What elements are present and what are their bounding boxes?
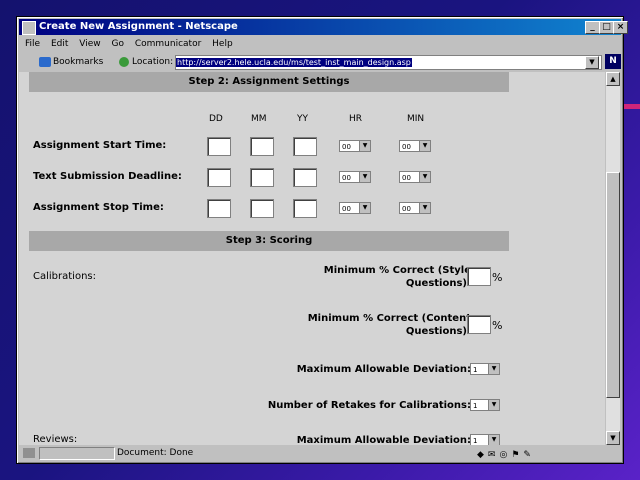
- deadline-min-select[interactable]: 00 ▼: [399, 171, 431, 183]
- netscape-window-icon: [22, 21, 36, 35]
- stop-hr-value: 00: [342, 205, 351, 213]
- scroll-thumb[interactable]: [606, 172, 620, 398]
- min-content-label: Minimum % Correct (Content Questions):: [308, 312, 471, 338]
- start-dd-input[interactable]: [207, 137, 231, 156]
- stop-mm-input[interactable]: [250, 199, 274, 218]
- min-content-input[interactable]: [467, 315, 491, 334]
- chevron-down-icon: ▼: [359, 203, 370, 213]
- chevron-down-icon: ▼: [419, 203, 430, 213]
- minimize-button[interactable]: _: [585, 21, 600, 34]
- min-style-input[interactable]: [467, 267, 491, 286]
- menu-edit[interactable]: Edit: [51, 39, 68, 49]
- vertical-scrollbar[interactable]: ▲ ▼: [606, 72, 620, 445]
- step3-header: Step 3: Scoring: [29, 231, 509, 251]
- bookmarks-icon[interactable]: [39, 57, 51, 67]
- start-hr-select[interactable]: 00 ▼: [339, 140, 371, 152]
- page-content: Step 2: Assignment Settings DD MM YY HR …: [19, 72, 605, 445]
- stop-yy-input[interactable]: [293, 199, 317, 218]
- chevron-down-icon: ▼: [488, 435, 499, 445]
- scroll-down-icon[interactable]: ▼: [606, 431, 620, 445]
- menu-view[interactable]: View: [79, 39, 100, 49]
- start-min-select[interactable]: 00 ▼: [399, 140, 431, 152]
- col-dd: DD: [209, 114, 223, 124]
- url-text: http://server2.hele.ucla.edu/ms/test_ins…: [176, 58, 412, 67]
- max-deviation-label: Maximum Allowable Deviation:: [296, 364, 471, 375]
- min-style-percent: %: [492, 271, 503, 284]
- start-min-value: 00: [402, 143, 411, 151]
- stop-time-label: Assignment Stop Time:: [33, 202, 164, 213]
- reviews-max-deviation-value: 1: [473, 437, 478, 445]
- status-text: Document: Done: [117, 448, 194, 458]
- retakes-value: 1: [473, 402, 478, 410]
- max-deviation-value: 1: [473, 366, 478, 374]
- deadline-min-value: 00: [402, 174, 411, 182]
- close-button[interactable]: ×: [613, 21, 628, 34]
- reviews-max-deviation-select[interactable]: 1 ▼: [470, 434, 500, 445]
- col-hr: HR: [349, 114, 363, 124]
- deadline-dd-input[interactable]: [207, 168, 231, 187]
- scroll-up-icon[interactable]: ▲: [606, 72, 620, 86]
- location-toolbar: Bookmarks Location: http://server2.hele.…: [19, 53, 621, 71]
- stop-min-value: 00: [402, 205, 411, 213]
- location-label: Location:: [132, 57, 174, 67]
- chevron-down-icon: ▼: [359, 172, 370, 182]
- start-hr-value: 00: [342, 143, 351, 151]
- max-deviation-select[interactable]: 1 ▼: [470, 363, 500, 375]
- url-dropdown-icon[interactable]: ▼: [585, 56, 599, 69]
- netscape-logo: N: [605, 54, 621, 69]
- step2-header: Step 2: Assignment Settings: [29, 72, 509, 92]
- reviews-max-deviation-label: Maximum Allowable Deviation:: [296, 435, 471, 445]
- start-time-label: Assignment Start Time:: [33, 140, 167, 151]
- stop-min-select[interactable]: 00 ▼: [399, 202, 431, 214]
- chevron-down-icon: ▼: [419, 172, 430, 182]
- min-style-label-line1: Minimum % Correct (Style: [323, 265, 471, 276]
- deadline-yy-input[interactable]: [293, 168, 317, 187]
- min-style-label: Minimum % Correct (Style Questions):: [324, 264, 471, 290]
- col-yy: YY: [297, 114, 308, 124]
- deadline-hr-value: 00: [342, 174, 351, 182]
- min-content-percent: %: [492, 319, 503, 332]
- chevron-down-icon: ▼: [419, 141, 430, 151]
- retakes-label: Number of Retakes for Calibrations:: [267, 400, 471, 411]
- progress-field: [39, 447, 115, 460]
- menu-file[interactable]: File: [25, 39, 40, 49]
- menu-bar: File Edit View Go Communicator Help: [19, 36, 621, 52]
- window-title: Create New Assignment - Netscape: [39, 21, 238, 32]
- desktop-accent: [624, 104, 640, 109]
- stop-hr-select[interactable]: 00 ▼: [339, 202, 371, 214]
- min-content-label-line1: Minimum % Correct (Content: [307, 313, 471, 324]
- chevron-down-icon: ▼: [488, 400, 499, 410]
- menu-help[interactable]: Help: [212, 39, 233, 49]
- col-min: MIN: [407, 114, 425, 124]
- title-bar: Create New Assignment - Netscape _ □ ×: [19, 19, 628, 35]
- browser-window: Create New Assignment - Netscape _ □ × F…: [16, 16, 628, 464]
- menu-go[interactable]: Go: [111, 39, 123, 49]
- min-style-label-line2: Questions):: [405, 278, 471, 289]
- min-content-label-line2: Questions):: [405, 326, 471, 337]
- component-bar-icons[interactable]: ◆✉◎⚑✎: [477, 448, 535, 462]
- bookmarks-button[interactable]: Bookmarks: [53, 53, 103, 71]
- calibrations-label: Calibrations:: [33, 271, 96, 282]
- start-yy-input[interactable]: [293, 137, 317, 156]
- location-icon: [119, 57, 129, 67]
- deadline-mm-input[interactable]: [250, 168, 274, 187]
- status-bar: Document: Done ◆✉◎⚑✎: [19, 446, 621, 460]
- retakes-select[interactable]: 1 ▼: [470, 399, 500, 411]
- chevron-down-icon: ▼: [488, 364, 499, 374]
- menu-communicator[interactable]: Communicator: [135, 39, 201, 49]
- chevron-down-icon: ▼: [359, 141, 370, 151]
- maximize-button[interactable]: □: [599, 21, 614, 34]
- reviews-label: Reviews:: [33, 434, 78, 445]
- security-lock-icon[interactable]: [23, 448, 35, 458]
- stop-dd-input[interactable]: [207, 199, 231, 218]
- deadline-hr-select[interactable]: 00 ▼: [339, 171, 371, 183]
- start-mm-input[interactable]: [250, 137, 274, 156]
- col-mm: MM: [251, 114, 267, 124]
- deadline-label: Text Submission Deadline:: [33, 171, 182, 182]
- url-field[interactable]: http://server2.hele.ucla.edu/ms/test_ins…: [175, 55, 602, 70]
